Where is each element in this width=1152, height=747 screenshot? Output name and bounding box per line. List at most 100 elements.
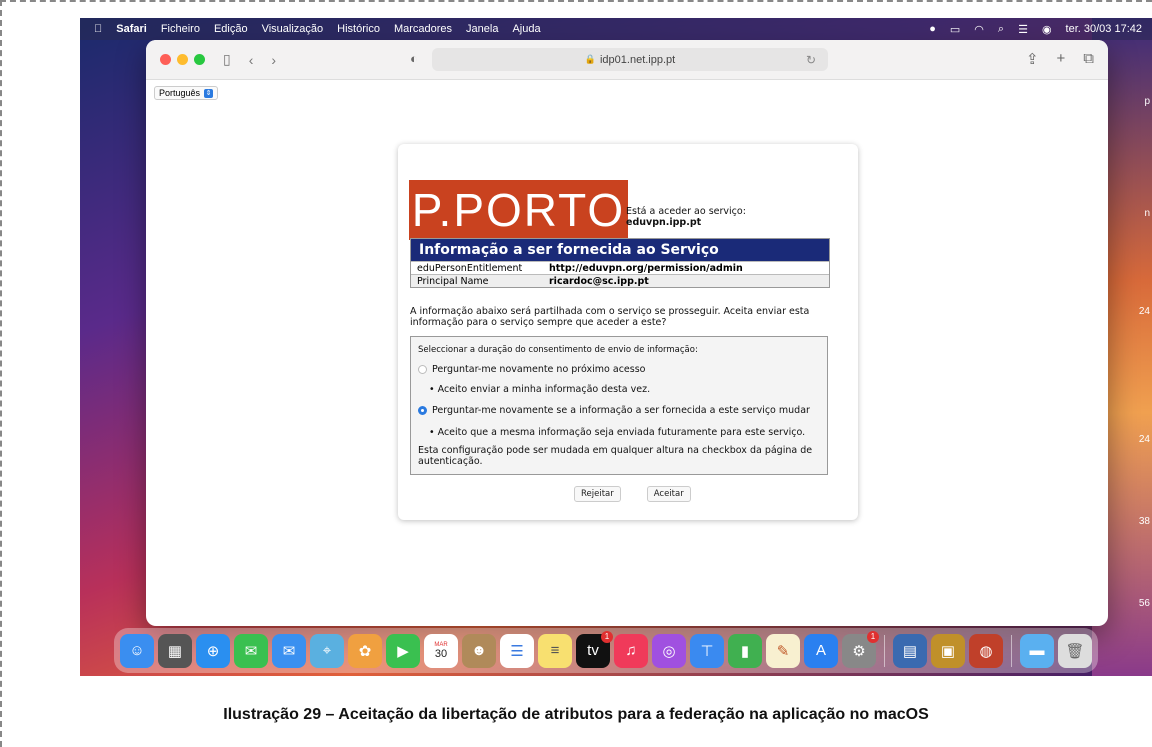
- menu-marcadores[interactable]: Marcadores: [394, 23, 452, 35]
- sidebar-icon[interactable]: ▯: [223, 51, 231, 68]
- safari-icon[interactable]: ⊕: [196, 633, 230, 668]
- vpn-app-icon[interactable]: ◍: [969, 633, 1003, 668]
- address-url: idp01.net.ipp.pt: [599, 53, 676, 66]
- siri-icon[interactable]: ◉: [1042, 23, 1052, 36]
- pages-icon[interactable]: ✎: [766, 633, 800, 668]
- menu-ficheiro[interactable]: Ficheiro: [161, 23, 200, 35]
- desktop-label: 24: [1138, 306, 1150, 317]
- toolbar-right: ⇪ + ⧉: [1026, 50, 1094, 68]
- apple-tv-icon[interactable]: tv 1: [576, 630, 613, 668]
- attribute-value: ricardoc@sc.ipp.pt: [549, 275, 649, 287]
- option-detail: • Aceito enviar a minha informação desta…: [429, 384, 651, 395]
- service-name: eduvpn.ipp.pt: [626, 217, 702, 228]
- desktop-label: 38: [1138, 516, 1150, 527]
- mail-icon[interactable]: ✉: [272, 633, 306, 668]
- attribute-name: eduPersonEntitlement: [417, 262, 523, 274]
- accept-button[interactable]: Aceitar: [646, 486, 691, 502]
- menu-app-name[interactable]: Safari: [116, 23, 147, 35]
- table-row: eduPersonEntitlement http://eduvpn.org/p…: [411, 261, 829, 274]
- attributes-table: Informação a ser fornecida ao Serviço ed…: [410, 238, 830, 288]
- service-info: Está a aceder ao serviço: eduvpn.ipp.pt: [626, 206, 746, 228]
- contacts-icon[interactable]: ☻: [462, 633, 496, 668]
- tv-badge: 1: [601, 630, 613, 643]
- menu-edicao[interactable]: Edição: [214, 23, 248, 35]
- attribute-value: http://eduvpn.org/permission/admin: [549, 262, 743, 274]
- status-app-icon[interactable]: ●: [929, 23, 936, 35]
- dock-separator: [884, 634, 885, 667]
- consent-card: P.PORTO Está a aceder ao serviço: eduvpn…: [398, 144, 858, 520]
- dock-separator: [1011, 634, 1012, 667]
- close-button[interactable]: [160, 54, 171, 65]
- new-tab-icon[interactable]: +: [1057, 50, 1066, 68]
- messages-icon[interactable]: ✉: [234, 633, 268, 668]
- launchpad-icon[interactable]: ▦: [158, 633, 192, 668]
- settings-note: Esta configuração pode ser mudada em qua…: [418, 445, 813, 467]
- zoom-button[interactable]: [194, 54, 205, 65]
- option-detail-text: Aceito que a mesma informação seja envia…: [437, 427, 806, 438]
- language-select[interactable]: Português ⇕: [154, 86, 219, 100]
- wifi-icon[interactable]: ◠: [974, 23, 984, 36]
- calendar-icon[interactable]: MAR 30: [424, 633, 458, 668]
- consent-notice: A informação abaixo será partilhada com …: [410, 306, 810, 328]
- facetime-icon[interactable]: ▶: [386, 633, 420, 668]
- radio-next-access[interactable]: [418, 365, 427, 374]
- forward-icon[interactable]: ›: [271, 52, 276, 68]
- back-icon[interactable]: ‹: [249, 52, 254, 68]
- consent-buttons: Rejeitar Aceitar: [574, 486, 691, 502]
- menu-bar:  Safari Ficheiro Edição Visualização Hi…: [80, 18, 1152, 40]
- maps-icon[interactable]: ⌖: [310, 633, 344, 668]
- privacy-shield-icon[interactable]: ◐: [410, 51, 418, 66]
- system-preferences-icon[interactable]: ⚙ 1: [842, 630, 879, 668]
- address-bar[interactable]: 🔒 idp01.net.ipp.pt ↻: [432, 48, 828, 71]
- attributes-title: Informação a ser fornecida ao Serviço: [411, 239, 829, 261]
- option-info-changes[interactable]: Perguntar-me novamente se a informação a…: [418, 405, 810, 416]
- desktop-screen:  Safari Ficheiro Edição Visualização Hi…: [80, 18, 1152, 676]
- control-center-icon[interactable]: ☰: [1018, 23, 1028, 36]
- clock-text[interactable]: ter. 30/03 17:42: [1066, 23, 1142, 35]
- menu-janela[interactable]: Janela: [466, 23, 498, 35]
- desktop-label: 24: [1138, 434, 1150, 445]
- finder-icon[interactable]: ☺: [120, 633, 154, 668]
- spotlight-icon[interactable]: ⌕: [998, 23, 1004, 36]
- table-row: Principal Name ricardoc@sc.ipp.pt: [411, 274, 829, 287]
- service-prefix: Está a aceder ao serviço:: [626, 206, 746, 217]
- menu-ajuda[interactable]: Ajuda: [512, 23, 540, 35]
- music-icon[interactable]: ♫: [614, 633, 648, 668]
- tab-overview-icon[interactable]: ⧉: [1083, 50, 1094, 68]
- settings-badge: 1: [867, 630, 879, 643]
- podcasts-icon[interactable]: ◎: [652, 633, 686, 668]
- photos-icon[interactable]: ✿: [348, 633, 382, 668]
- numbers-icon[interactable]: ▮: [728, 633, 762, 668]
- menu-visualizacao[interactable]: Visualização: [262, 23, 324, 35]
- desktop-label: n: [1144, 208, 1150, 219]
- share-icon[interactable]: ⇪: [1026, 50, 1039, 68]
- app-store-icon[interactable]: A: [804, 633, 838, 668]
- option-detail-text: Aceito enviar a minha informação desta v…: [437, 384, 651, 395]
- lock-icon: 🔒: [584, 54, 596, 64]
- window-controls: [160, 54, 205, 65]
- radio-info-changes[interactable]: [418, 406, 427, 415]
- pporto-logo: P.PORTO: [409, 180, 628, 240]
- menu-historico[interactable]: Histórico: [337, 23, 380, 35]
- network-app-icon[interactable]: ▤: [893, 633, 927, 668]
- attribute-name: Principal Name: [417, 275, 489, 287]
- select-arrows-icon: ⇕: [204, 88, 214, 98]
- option-detail: • Aceito que a mesma informação seja env…: [429, 427, 806, 438]
- archive-app-icon[interactable]: ▣: [931, 633, 965, 668]
- trash-icon[interactable]: 🗑: [1058, 633, 1092, 668]
- calendar-day: 30: [434, 647, 448, 660]
- apple-menu-icon[interactable]: : [94, 23, 102, 35]
- minimize-button[interactable]: [177, 54, 188, 65]
- reminders-icon[interactable]: ☰: [500, 633, 534, 668]
- option-label: Perguntar-me novamente se a informação a…: [432, 405, 810, 416]
- notes-icon[interactable]: ≡: [538, 633, 572, 668]
- browser-toolbar: ▯ ‹ › ◐ 🔒 idp01.net.ipp.pt ↻ ⇪ + ⧉: [146, 40, 1108, 80]
- battery-icon[interactable]: ▭: [950, 23, 960, 36]
- duration-title: Seleccionar a duração do consentimento d…: [418, 345, 698, 355]
- downloads-folder-icon[interactable]: ▬: [1020, 633, 1054, 668]
- keynote-icon[interactable]: ⊤: [690, 633, 724, 668]
- option-next-access[interactable]: Perguntar-me novamente no próximo acesso: [418, 364, 645, 375]
- reload-icon[interactable]: ↻: [806, 53, 816, 67]
- reject-button[interactable]: Rejeitar: [574, 486, 621, 502]
- figure-caption: Ilustração 29 – Aceitação da libertação …: [223, 706, 929, 723]
